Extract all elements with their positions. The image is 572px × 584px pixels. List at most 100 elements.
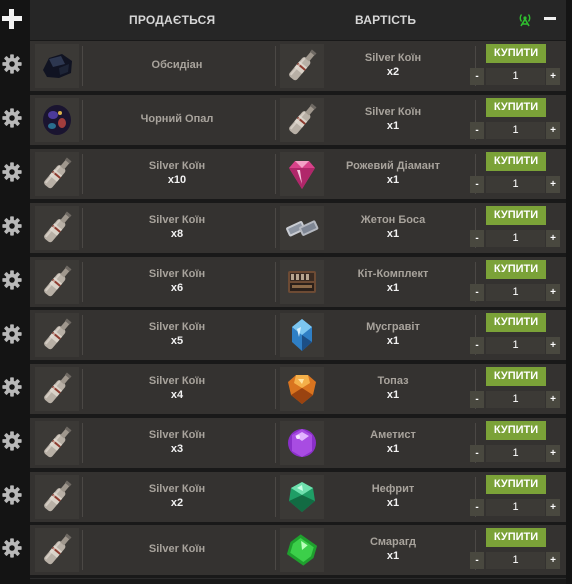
decrease-quantity-button[interactable]: - (470, 445, 484, 462)
silver-coin-bottle-icon (35, 475, 79, 519)
buy-button[interactable]: КУПИТИ (486, 44, 546, 63)
cost-item-qty: x1 (386, 389, 400, 401)
silver-coin-bottle-icon (35, 206, 79, 250)
buy-button[interactable]: КУПИТИ (486, 313, 546, 332)
cost-item: Аметист x1 (318, 428, 468, 456)
silver-coin-bottle-icon (35, 421, 79, 465)
add-icon[interactable] (1, 8, 23, 30)
decrease-quantity-button[interactable]: - (470, 122, 484, 139)
sell-item-name: Чорний Опал (140, 113, 214, 125)
sell-item-slot (35, 528, 79, 572)
buy-button[interactable]: КУПИТИ (486, 421, 546, 440)
trade-row: Чорний Опал Silver Коїн x1 КУПИТИ - 1 + (30, 95, 566, 145)
settings-gear-icon[interactable] (1, 161, 23, 183)
sell-item: Чорний Опал (102, 112, 252, 126)
quantity-input[interactable]: 1 (486, 552, 545, 569)
cost-item: Топаз x1 (318, 374, 468, 402)
sell-item-name: Silver Коїн (148, 214, 206, 226)
cost-item-qty: x1 (386, 443, 400, 455)
settings-gear-icon[interactable] (1, 484, 23, 506)
settings-gear-icon[interactable] (1, 53, 23, 75)
quantity-input[interactable]: 1 (486, 391, 545, 408)
quantity-input[interactable]: 1 (486, 499, 545, 516)
sell-item-slot (35, 44, 79, 88)
sell-item-slot (35, 367, 79, 411)
settings-gear-icon[interactable] (1, 269, 23, 291)
buy-button[interactable]: КУПИТИ (486, 260, 546, 279)
increase-quantity-button[interactable]: + (546, 499, 560, 516)
cost-item-name: Аметист (370, 429, 416, 441)
sell-item-slot (35, 98, 79, 142)
increase-quantity-button[interactable]: + (546, 176, 560, 193)
quantity-input[interactable]: 1 (486, 284, 545, 301)
buy-button[interactable]: КУПИТИ (486, 152, 546, 171)
buy-button[interactable]: КУПИТИ (486, 528, 546, 547)
sell-item-qty: x6 (170, 282, 184, 294)
sell-item: Silver Коїн x2 (102, 482, 252, 510)
buy-button[interactable]: КУПИТИ (486, 367, 546, 386)
signal-icon[interactable] (517, 11, 533, 27)
increase-quantity-button[interactable]: + (546, 337, 560, 354)
sell-item-name: Silver Коїн (148, 543, 206, 555)
increase-quantity-button[interactable]: + (546, 284, 560, 301)
decrease-quantity-button[interactable]: - (470, 284, 484, 301)
settings-gear-icon[interactable] (1, 323, 23, 345)
cost-item: Рожевий Діамант x1 (318, 159, 468, 187)
buy-button[interactable]: КУПИТИ (486, 98, 546, 117)
sell-item-name: Silver Коїн (148, 429, 206, 441)
increase-quantity-button[interactable]: + (546, 391, 560, 408)
cost-item-name: Топаз (377, 375, 409, 387)
sell-item: Silver Коїн x6 (102, 267, 252, 295)
settings-gear-icon[interactable] (1, 537, 23, 559)
sell-item-qty: x3 (170, 443, 184, 455)
collapse-button[interactable] (544, 17, 556, 20)
cost-item-name: Смарагд (369, 536, 417, 548)
buy-button[interactable]: КУПИТИ (486, 475, 546, 494)
silver-coin-bottle-icon (35, 367, 79, 411)
buy-button[interactable]: КУПИТИ (486, 206, 546, 225)
increase-quantity-button[interactable]: + (546, 445, 560, 462)
decrease-quantity-button[interactable]: - (470, 499, 484, 516)
decrease-quantity-button[interactable]: - (470, 552, 484, 569)
cost-item-qty: x2 (386, 66, 400, 78)
sell-item-qty: x2 (170, 497, 184, 509)
increase-quantity-button[interactable]: + (546, 230, 560, 247)
settings-gear-icon[interactable] (1, 215, 23, 237)
quantity-input[interactable]: 1 (486, 176, 545, 193)
decrease-quantity-button[interactable]: - (470, 68, 484, 85)
cost-item-name: Рожевий Діамант (346, 160, 440, 172)
increase-quantity-button[interactable]: + (546, 122, 560, 139)
sell-item-qty: x10 (167, 174, 187, 186)
quantity-input[interactable]: 1 (486, 122, 545, 139)
sells-column-header: ПРОДАЄТЬСЯ (129, 13, 216, 27)
sell-item-slot (35, 260, 79, 304)
silver-coin-bottle-icon (35, 260, 79, 304)
settings-gear-icon[interactable] (1, 376, 23, 398)
silver-coin-bottle-icon (35, 152, 79, 196)
quantity-input[interactable]: 1 (486, 337, 545, 354)
quantity-input[interactable]: 1 (486, 68, 545, 85)
cost-item: Мусгравіт x1 (318, 320, 468, 348)
cost-column-header: ВАРТІСТЬ (355, 13, 417, 27)
settings-gear-icon[interactable] (1, 107, 23, 129)
cost-item-name: Жетон Боса (360, 214, 426, 226)
cost-item: Жетон Боса x1 (318, 213, 468, 241)
sell-item-name: Silver Коїн (148, 268, 206, 280)
decrease-quantity-button[interactable]: - (470, 391, 484, 408)
sell-item: Обсидіан (102, 58, 252, 72)
silver-coin-bottle-icon (35, 313, 79, 357)
decrease-quantity-button[interactable]: - (470, 176, 484, 193)
decrease-quantity-button[interactable]: - (470, 230, 484, 247)
sell-item-slot (35, 206, 79, 250)
quantity-input[interactable]: 1 (486, 445, 545, 462)
increase-quantity-button[interactable]: + (546, 68, 560, 85)
sell-item-slot (35, 475, 79, 519)
decrease-quantity-button[interactable]: - (470, 337, 484, 354)
settings-gear-icon[interactable] (1, 430, 23, 452)
cost-item-name: Мусгравіт (366, 321, 420, 333)
quantity-input[interactable]: 1 (486, 230, 545, 247)
increase-quantity-button[interactable]: + (546, 552, 560, 569)
trade-panel: ПРОДАЄТЬСЯ ВАРТІСТЬ Обсидіан Silver Коїн… (30, 0, 566, 584)
sell-item-slot (35, 152, 79, 196)
cost-item-qty: x1 (386, 228, 400, 240)
